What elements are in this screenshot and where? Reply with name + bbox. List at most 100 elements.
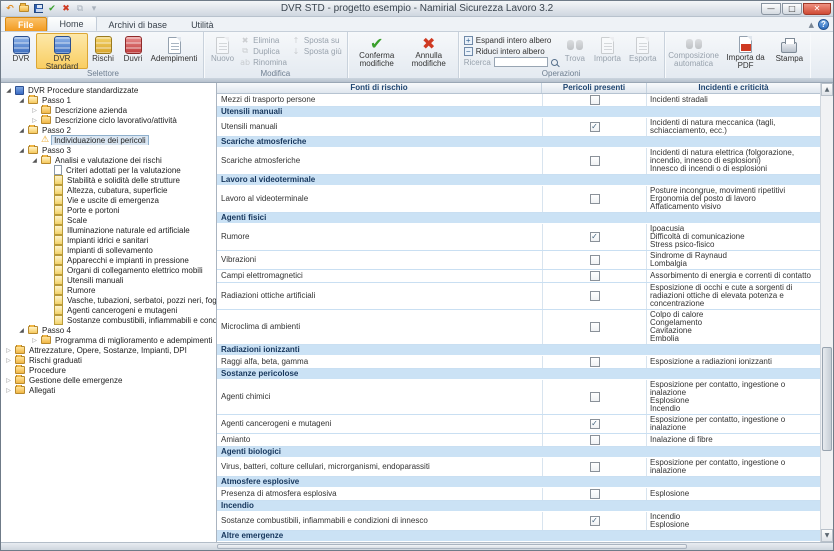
table-row[interactable]: Campi elettromagneticiAssorbimento di en… <box>217 270 820 283</box>
pericolo-checkbox[interactable] <box>590 462 600 472</box>
tree-item[interactable]: Scale <box>2 215 216 225</box>
scroll-down-icon[interactable]: ▼ <box>821 529 833 542</box>
open-icon[interactable] <box>18 3 30 15</box>
stampa-button[interactable]: Stampa <box>772 33 808 69</box>
table-row[interactable]: Raggi alfa, beta, gammaEsposizione a rad… <box>217 356 820 369</box>
tree-item[interactable]: ▷Allegati <box>2 385 216 395</box>
tree-item[interactable]: ◢Passo 1 <box>2 95 216 105</box>
pericolo-checkbox[interactable] <box>590 271 600 281</box>
maximize-button[interactable]: □ <box>782 3 802 15</box>
tree-item[interactable]: Agenti cancerogeni e mutageni <box>2 305 216 315</box>
scrollbar-track[interactable] <box>821 96 833 529</box>
duvri-button[interactable]: Duvri <box>118 33 148 69</box>
pericolo-checkbox[interactable] <box>590 291 600 301</box>
table-row[interactable]: Agenti chimiciEsposizione per contatto, … <box>217 380 820 415</box>
espandi-albero-button[interactable]: + Espandi intero albero <box>462 35 560 45</box>
table-row[interactable]: Radiazioni ottiche artificialiEsposizion… <box>217 283 820 310</box>
tree-item[interactable]: Organi di collegamento elettrico mobili <box>2 265 216 275</box>
pericolo-checkbox[interactable] <box>590 322 600 332</box>
tree-item[interactable]: Sostanze combustibili, infiammabili e co… <box>2 315 216 325</box>
vertical-scrollbar[interactable]: ▲ ▼ <box>820 83 833 542</box>
tree-item[interactable]: Rumore <box>2 285 216 295</box>
hscrollbar-thumb[interactable] <box>217 544 687 549</box>
expand-icon[interactable]: ▷ <box>4 377 13 384</box>
expand-icon[interactable]: ▷ <box>30 107 39 114</box>
ricerca-input[interactable] <box>494 57 548 67</box>
table-row[interactable]: Mezzi di trasporto personeIncidenti stra… <box>217 94 820 107</box>
cancel-icon[interactable]: ✖ <box>60 3 72 15</box>
tab-archivi-di-base[interactable]: Archivi di base <box>97 18 180 31</box>
horizontal-scrollbar[interactable] <box>1 542 833 550</box>
tree-item[interactable]: Vasche, tubazioni, serbatoi, pozzi neri,… <box>2 295 216 305</box>
dvr-button[interactable]: DVR <box>6 33 36 69</box>
pericolo-checkbox[interactable] <box>590 392 600 402</box>
expand-icon[interactable]: ▷ <box>30 337 39 344</box>
qat-dropdown-icon[interactable]: ▾ <box>88 3 100 15</box>
expand-icon[interactable]: ▷ <box>4 387 13 394</box>
riduci-albero-button[interactable]: − Riduci intero albero <box>462 46 560 56</box>
collapse-icon[interactable]: ◢ <box>30 157 39 164</box>
minimize-button[interactable]: — <box>761 3 781 15</box>
table-row[interactable]: Rumore✓IpoacusiaDifficoltà di comunicazi… <box>217 224 820 251</box>
collapse-icon[interactable]: ◢ <box>17 147 26 154</box>
close-button[interactable]: ✕ <box>803 3 831 15</box>
scrollbar-thumb[interactable] <box>822 347 832 451</box>
table-row[interactable]: Scariche atmosfericheIncidenti di natura… <box>217 148 820 175</box>
tab-home[interactable]: Home <box>47 16 97 31</box>
table-row[interactable]: Microclima di ambientiColpo di caloreCon… <box>217 310 820 345</box>
tree-item[interactable]: Impianti di sollevamento <box>2 245 216 255</box>
pericolo-checkbox[interactable] <box>590 194 600 204</box>
expand-icon[interactable]: ▷ <box>30 117 39 124</box>
save-icon[interactable] <box>32 3 44 15</box>
tab-utilita[interactable]: Utilità <box>179 18 226 31</box>
scroll-up-icon[interactable]: ▲ <box>821 83 833 96</box>
table-row[interactable]: Sostanze combustibili, infiammabili e co… <box>217 512 820 531</box>
tree-item[interactable]: ◢Passo 3 <box>2 145 216 155</box>
pericolo-checkbox[interactable] <box>590 357 600 367</box>
collapse-icon[interactable]: ◢ <box>17 97 26 104</box>
importa-da-pdf-button[interactable]: Importa da PDF <box>720 33 772 69</box>
undo-icon[interactable]: ↶ <box>4 3 16 15</box>
tree-item[interactable]: ◢Analisi e valutazione dei rischi <box>2 155 216 165</box>
rischi-button[interactable]: Rischi <box>88 33 118 69</box>
tree-item[interactable]: Apparecchi e impianti in pressione <box>2 255 216 265</box>
help-icon[interactable]: ? <box>818 19 829 30</box>
pericolo-checkbox[interactable]: ✓ <box>590 122 600 132</box>
conferma-modifiche-button[interactable]: ✔ Conferma modifiche <box>351 33 403 69</box>
tree-item[interactable]: ▷Descrizione azienda <box>2 105 216 115</box>
pericolo-checkbox[interactable]: ✓ <box>590 516 600 526</box>
tree-item[interactable]: Vie e uscite di emergenza <box>2 195 216 205</box>
dvr-standard-button[interactable]: DVR Standard <box>36 33 88 69</box>
adempimenti-button[interactable]: Adempimenti <box>148 33 200 69</box>
table-row[interactable]: Agenti cancerogeni e mutageni✓Esposizion… <box>217 415 820 434</box>
confirm-icon[interactable]: ✔ <box>46 3 58 15</box>
tree-item[interactable]: Porte e portoni <box>2 205 216 215</box>
tree-item[interactable]: ▷Attrezzature, Opere, Sostanze, Impianti… <box>2 345 216 355</box>
pericolo-checkbox[interactable] <box>590 435 600 445</box>
pericolo-checkbox[interactable] <box>590 489 600 499</box>
table-row[interactable]: Lavoro al videoterminalePosture incongru… <box>217 186 820 213</box>
pericolo-checkbox[interactable] <box>590 95 600 105</box>
tree-item[interactable]: Utensili manuali <box>2 275 216 285</box>
tree-item[interactable]: ▷Programma di miglioramento e adempiment… <box>2 335 216 345</box>
pericolo-checkbox[interactable] <box>590 255 600 265</box>
minimize-ribbon-icon[interactable]: ▲ <box>809 21 814 29</box>
annulla-modifiche-button[interactable]: ✖ Annulla modifiche <box>403 33 455 69</box>
table-row[interactable]: VibrazioniSindrome di RaynaudLombalgia <box>217 251 820 270</box>
tree-item[interactable]: ▷Descrizione ciclo lavorativo/attività <box>2 115 216 125</box>
tree-item[interactable]: ◢Passo 2 <box>2 125 216 135</box>
tree-item[interactable]: ◢Passo 4 <box>2 325 216 335</box>
tree-item[interactable]: Criteri adottati per la valutazione <box>2 165 216 175</box>
collapse-icon[interactable]: ◢ <box>17 127 26 134</box>
tree-item[interactable]: ▷Gestione delle emergenze <box>2 375 216 385</box>
collapse-icon[interactable]: ◢ <box>4 87 13 94</box>
tree-item[interactable]: Illuminazione naturale ed artificiale <box>2 225 216 235</box>
tree-item[interactable]: ⚠Individuazione dei pericoli <box>2 135 216 145</box>
tree-item[interactable]: Procedure <box>2 365 216 375</box>
tab-file[interactable]: File <box>5 17 47 31</box>
tree-item[interactable]: Stabilità e solidità delle strutture <box>2 175 216 185</box>
table-row[interactable]: Virus, batteri, colture cellulari, micro… <box>217 458 820 477</box>
collapse-icon[interactable]: ◢ <box>17 327 26 334</box>
expand-icon[interactable]: ▷ <box>4 357 13 364</box>
tree-item[interactable]: Altezza, cubatura, superficie <box>2 185 216 195</box>
